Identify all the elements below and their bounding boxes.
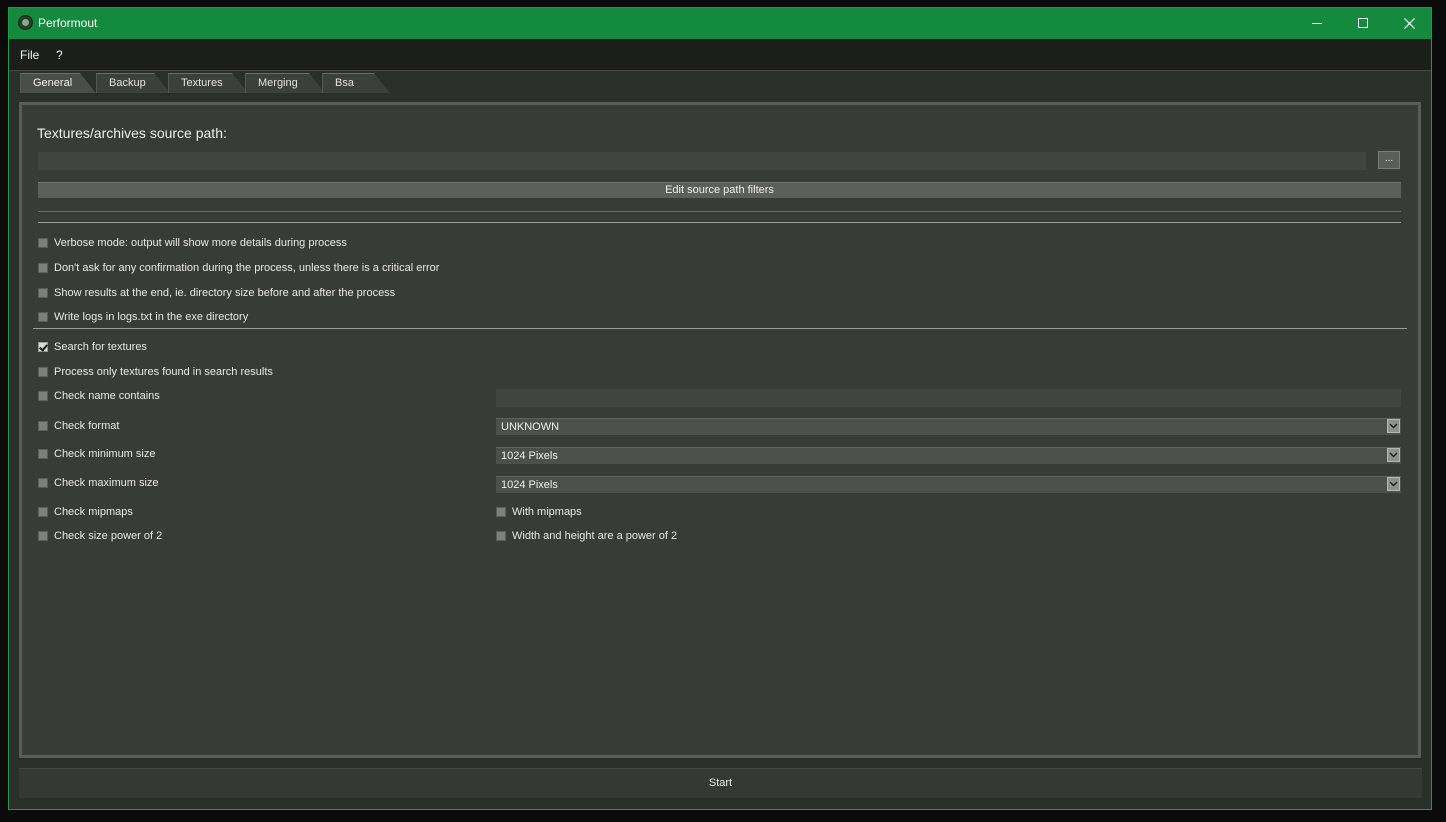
close-icon [1403,18,1415,29]
with-mipmaps-label: With mipmaps [512,506,582,518]
no-confirmation-option[interactable]: Don't ask for any confirmation during th… [38,261,439,275]
check-name-option[interactable]: Check name contains [38,389,160,403]
check-name-checkbox[interactable] [38,391,48,401]
process-found-only-label: Process only textures found in search re… [54,366,273,378]
verbose-checkbox[interactable] [38,238,48,248]
search-textures-checkbox[interactable] [38,342,48,352]
no-confirmation-label: Don't ask for any confirmation during th… [54,262,440,274]
menu-bar: File ? [9,39,1431,71]
minimize-button[interactable] [1294,8,1340,39]
chevron-down-icon[interactable] [1387,477,1400,491]
divider [33,328,1407,329]
with-mipmaps-option[interactable]: With mipmaps [496,505,582,519]
window-title: Performout [38,16,98,30]
source-path-input[interactable] [38,152,1366,170]
search-textures-label: Search for textures [54,341,147,353]
show-results-option[interactable]: Show results at the end, ie. directory s… [38,286,395,300]
min-size-select[interactable]: 1024 Pixels [496,447,1401,464]
process-found-only-option[interactable]: Process only textures found in search re… [38,365,273,379]
show-results-checkbox[interactable] [38,288,48,298]
name-contains-input[interactable] [496,389,1401,407]
check-name-label: Check name contains [54,390,160,402]
write-logs-label: Write logs in logs.txt in the exe direct… [54,311,249,323]
check-max-size-checkbox[interactable] [38,478,48,488]
verbose-option[interactable]: Verbose mode: output will show more deta… [38,236,347,250]
divider [38,222,1401,223]
check-max-size-label: Check maximum size [54,477,159,489]
edit-source-path-filters-button[interactable]: Edit source path filters [38,182,1401,198]
general-panel: Textures/archives source path: ... Edit … [19,102,1421,758]
app-logo-icon [18,15,33,30]
check-mipmaps-label: Check mipmaps [54,506,133,518]
browse-button[interactable]: ... [1378,151,1400,169]
menu-help[interactable]: ? [56,48,63,62]
power-of-two-option[interactable]: Width and height are a power of 2 [496,529,677,543]
check-min-size-checkbox[interactable] [38,449,48,459]
check-format-option[interactable]: Check format [38,419,119,433]
source-path-title: Textures/archives source path: [37,125,227,141]
close-button[interactable] [1386,8,1432,39]
menu-file[interactable]: File [20,48,39,62]
with-mipmaps-checkbox[interactable] [496,507,506,517]
write-logs-option[interactable]: Write logs in logs.txt in the exe direct… [38,310,248,324]
min-size-select-value: 1024 Pixels [501,450,558,462]
format-select-value: UNKNOWN [501,421,560,433]
max-size-select[interactable]: 1024 Pixels [496,476,1401,493]
start-button[interactable]: Start [19,768,1422,798]
check-power-of-two-label: Check size power of 2 [54,530,163,542]
write-logs-checkbox[interactable] [38,312,48,322]
title-bar: Performout [9,8,1431,39]
process-found-only-checkbox[interactable] [38,367,48,377]
verbose-label: Verbose mode: output will show more deta… [54,237,347,249]
power-of-two-checkbox[interactable] [496,531,506,541]
check-power-of-two-checkbox[interactable] [38,531,48,541]
no-confirmation-checkbox[interactable] [38,263,48,273]
max-size-select-value: 1024 Pixels [501,479,558,491]
check-mipmaps-checkbox[interactable] [38,507,48,517]
check-min-size-option[interactable]: Check minimum size [38,447,155,461]
check-format-checkbox[interactable] [38,421,48,431]
maximize-icon [1357,18,1368,28]
check-format-label: Check format [54,420,120,432]
check-min-size-label: Check minimum size [54,448,156,460]
search-textures-option[interactable]: Search for textures [38,340,147,354]
power-of-two-label: Width and height are a power of 2 [512,530,678,542]
check-max-size-option[interactable]: Check maximum size [38,476,159,490]
check-power-of-two-option[interactable]: Check size power of 2 [38,529,162,543]
check-mipmaps-option[interactable]: Check mipmaps [38,505,133,519]
chevron-down-icon[interactable] [1387,448,1400,462]
chevron-down-icon[interactable] [1387,419,1400,433]
maximize-button[interactable] [1340,8,1386,39]
show-results-label: Show results at the end, ie. directory s… [54,287,396,299]
minimize-icon [1311,23,1322,24]
format-select[interactable]: UNKNOWN [496,418,1401,435]
divider [38,211,1401,212]
